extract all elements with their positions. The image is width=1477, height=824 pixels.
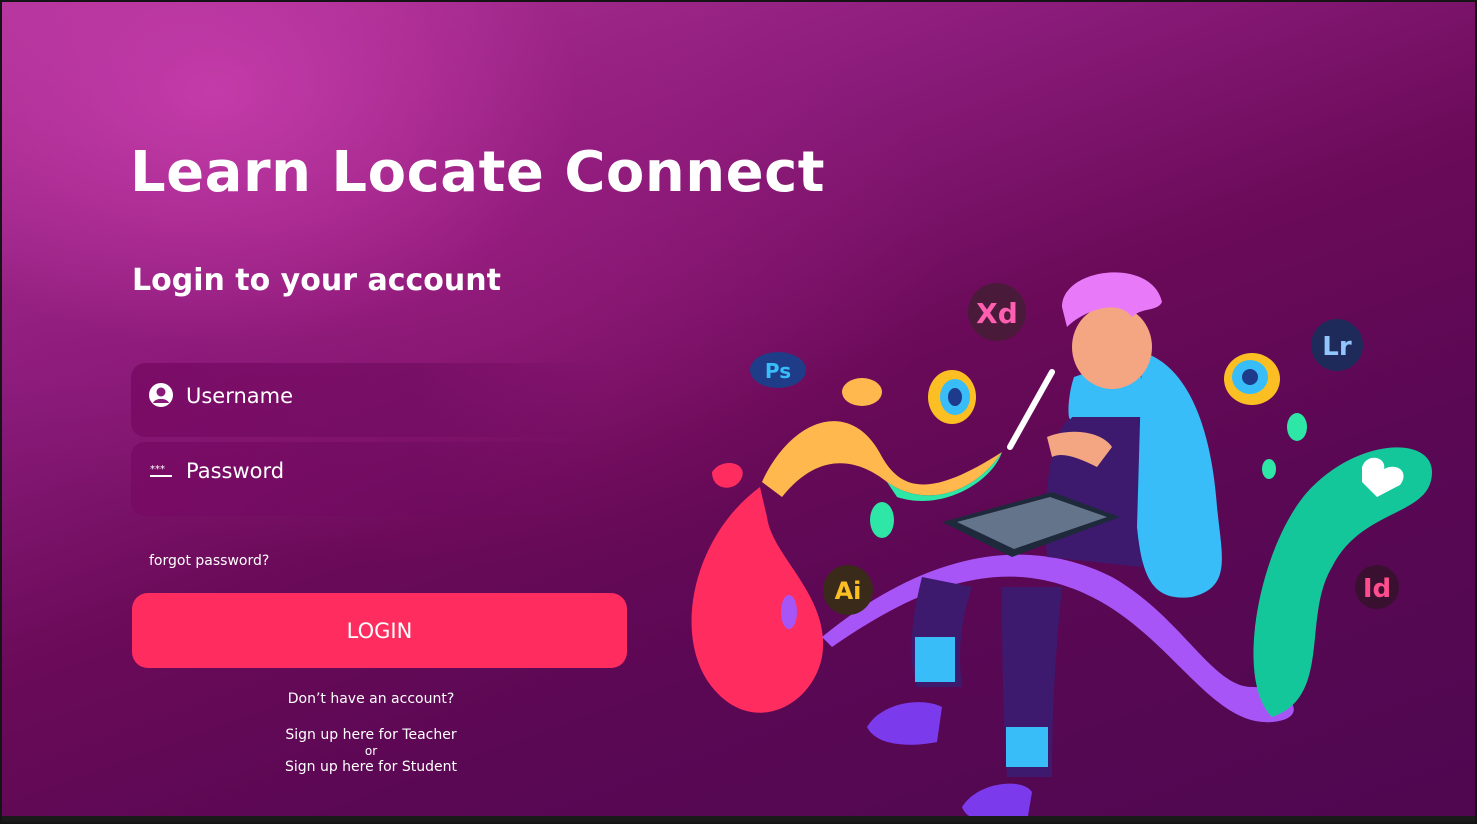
svg-text:Lr: Lr (1322, 332, 1352, 362)
svg-text:Ai: Ai (835, 577, 862, 605)
signup-question: Don’t have an account? (287, 691, 455, 707)
login-heading: Login to your account (132, 263, 501, 298)
eye-orb-icon (928, 370, 976, 424)
svg-text:Id: Id (1363, 574, 1391, 604)
login-button[interactable]: LOGIN (132, 593, 627, 668)
username-field[interactable] (131, 363, 611, 437)
password-dots-icon: *** (148, 458, 174, 484)
ps-badge: Ps (750, 352, 806, 388)
app-title: Learn Locate Connect (130, 140, 826, 205)
svg-text:Xd: Xd (976, 297, 1018, 330)
password-input[interactable] (186, 458, 566, 484)
xd-badge: Xd (968, 283, 1026, 341)
designer-illustration: Xd Ps Lr Ai Id (691, 272, 1432, 822)
svg-text:Ps: Ps (765, 359, 791, 383)
lr-badge: Lr (1311, 319, 1363, 371)
ai-badge: Ai (823, 565, 873, 615)
id-badge: Id (1355, 565, 1399, 609)
password-field[interactable]: *** (131, 442, 611, 516)
svg-text:***: *** (150, 464, 165, 475)
signup-or-text: or (364, 744, 378, 758)
username-input[interactable] (186, 383, 566, 409)
forgot-password-link[interactable]: forgot password? (149, 553, 269, 569)
user-circle-icon (148, 382, 174, 408)
signup-student-link[interactable]: Sign up here for Student (285, 759, 457, 775)
signup-teacher-link[interactable]: Sign up here for Teacher (285, 727, 456, 743)
eye-orb-icon-right (1224, 353, 1280, 405)
login-page: Learn Locate Connect Login to your accou… (0, 0, 1477, 824)
